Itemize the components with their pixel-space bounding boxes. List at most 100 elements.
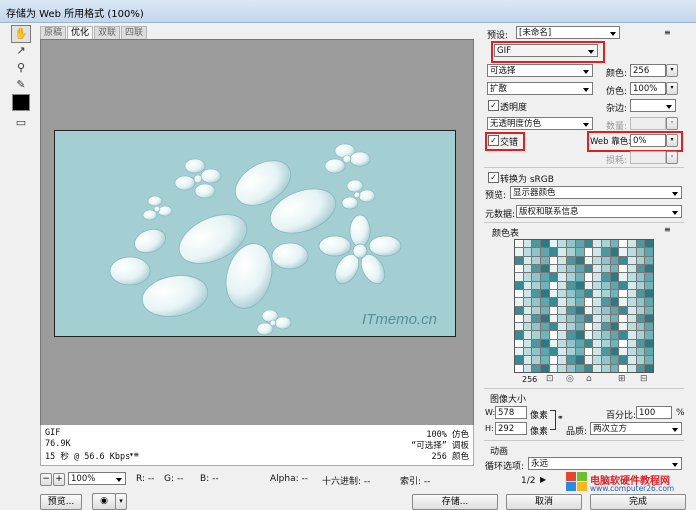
color-swatch[interactable] — [610, 339, 619, 348]
color-swatch[interactable] — [541, 289, 549, 298]
color-swatch[interactable] — [515, 248, 523, 256]
color-swatch[interactable] — [567, 348, 575, 356]
color-swatch[interactable] — [515, 281, 523, 289]
color-swatch[interactable] — [636, 331, 645, 339]
color-swatch[interactable] — [610, 348, 619, 356]
color-swatch[interactable] — [619, 331, 627, 339]
color-swatch[interactable] — [549, 331, 558, 339]
matte-select[interactable] — [630, 99, 676, 112]
color-swatch[interactable] — [645, 356, 653, 364]
color-swatch[interactable] — [645, 256, 653, 264]
color-swatch[interactable] — [627, 323, 636, 331]
color-swatch[interactable] — [610, 314, 619, 323]
color-swatch[interactable] — [515, 356, 523, 364]
eyedropper-color-swatch[interactable] — [12, 94, 30, 111]
color-swatch[interactable] — [567, 281, 575, 289]
color-swatch[interactable] — [575, 323, 584, 331]
color-swatch[interactable] — [549, 273, 558, 281]
color-swatch[interactable] — [627, 273, 636, 281]
color-swatch[interactable] — [610, 240, 619, 248]
color-swatch[interactable] — [541, 264, 549, 273]
color-swatch[interactable] — [567, 264, 575, 273]
color-swatch[interactable] — [584, 339, 593, 348]
color-swatch[interactable] — [627, 298, 636, 306]
color-swatch[interactable] — [541, 348, 549, 356]
dither-input[interactable]: 100% — [630, 82, 666, 95]
color-swatch[interactable] — [593, 240, 601, 248]
cancel-button[interactable]: 取消 — [506, 494, 582, 510]
color-swatch[interactable] — [645, 240, 653, 248]
web-shift-icon[interactable]: ◎ — [566, 374, 574, 384]
color-swatch[interactable] — [541, 356, 549, 364]
color-swatch[interactable] — [532, 240, 541, 248]
color-swatch[interactable] — [532, 289, 541, 298]
color-swatch[interactable] — [558, 289, 567, 298]
lock-color-icon[interactable]: ⌂ — [586, 374, 592, 384]
color-swatch[interactable] — [567, 356, 575, 364]
transparency-checkbox[interactable]: ✓ — [488, 100, 499, 111]
color-swatch[interactable] — [558, 240, 567, 248]
color-swatch[interactable] — [523, 281, 532, 289]
color-swatch[interactable] — [636, 248, 645, 256]
color-swatch[interactable] — [558, 364, 567, 372]
color-swatch[interactable] — [532, 331, 541, 339]
hand-tool-icon[interactable]: ✋ — [11, 25, 31, 43]
color-swatch[interactable] — [558, 264, 567, 273]
color-swatch[interactable] — [523, 298, 532, 306]
color-swatch[interactable] — [627, 331, 636, 339]
color-swatch[interactable] — [541, 256, 549, 264]
color-swatch[interactable] — [549, 314, 558, 323]
color-swatch[interactable] — [645, 281, 653, 289]
color-swatch[interactable] — [558, 348, 567, 356]
color-swatch[interactable] — [532, 298, 541, 306]
width-input[interactable]: 578 — [495, 406, 527, 419]
color-swatch[interactable] — [645, 364, 653, 372]
color-swatch[interactable] — [619, 356, 627, 364]
color-swatch[interactable] — [575, 331, 584, 339]
reduction-select[interactable]: 可选择 — [487, 64, 593, 77]
color-swatch[interactable] — [593, 289, 601, 298]
transparency-dither-select[interactable]: 无透明度仿色 — [487, 117, 593, 130]
color-swatch[interactable] — [549, 298, 558, 306]
color-swatch[interactable] — [558, 298, 567, 306]
color-swatch[interactable] — [601, 356, 610, 364]
color-swatch[interactable] — [619, 306, 627, 314]
color-swatch[interactable] — [636, 256, 645, 264]
color-swatch[interactable] — [558, 331, 567, 339]
color-swatch[interactable] — [549, 289, 558, 298]
color-swatch[interactable] — [627, 289, 636, 298]
color-swatch[interactable] — [515, 306, 523, 314]
browser-dropdown-icon[interactable]: ▾ — [115, 493, 127, 510]
percent-input[interactable]: 100 — [636, 406, 672, 419]
color-swatch[interactable] — [515, 264, 523, 273]
color-swatch[interactable] — [515, 331, 523, 339]
color-swatch[interactable] — [567, 306, 575, 314]
color-swatch[interactable] — [619, 273, 627, 281]
color-swatch[interactable] — [558, 273, 567, 281]
zoom-select[interactable]: 100% — [68, 472, 126, 485]
color-swatch[interactable] — [515, 339, 523, 348]
color-swatch[interactable] — [610, 273, 619, 281]
color-swatch[interactable] — [584, 298, 593, 306]
height-input[interactable]: 292 — [495, 422, 527, 435]
color-swatch[interactable] — [515, 240, 523, 248]
color-swatch[interactable] — [549, 356, 558, 364]
color-table-grid[interactable] — [514, 239, 654, 373]
color-swatch[interactable] — [575, 281, 584, 289]
color-swatch[interactable] — [610, 256, 619, 264]
color-swatch[interactable] — [619, 314, 627, 323]
color-swatch[interactable] — [584, 281, 593, 289]
color-swatch[interactable] — [515, 273, 523, 281]
tab-4up[interactable]: 四联 — [121, 26, 148, 39]
colors-dropdown-icon[interactable]: ▾ — [666, 64, 678, 77]
color-table-menu-icon[interactable]: ≡ — [664, 225, 671, 234]
color-swatch[interactable] — [532, 248, 541, 256]
color-swatch[interactable] — [636, 364, 645, 372]
color-swatch[interactable] — [636, 273, 645, 281]
color-swatch[interactable] — [584, 314, 593, 323]
color-swatch[interactable] — [627, 256, 636, 264]
color-swatch[interactable] — [619, 364, 627, 372]
color-swatch[interactable] — [601, 314, 610, 323]
color-swatch[interactable] — [532, 256, 541, 264]
color-swatch[interactable] — [523, 356, 532, 364]
